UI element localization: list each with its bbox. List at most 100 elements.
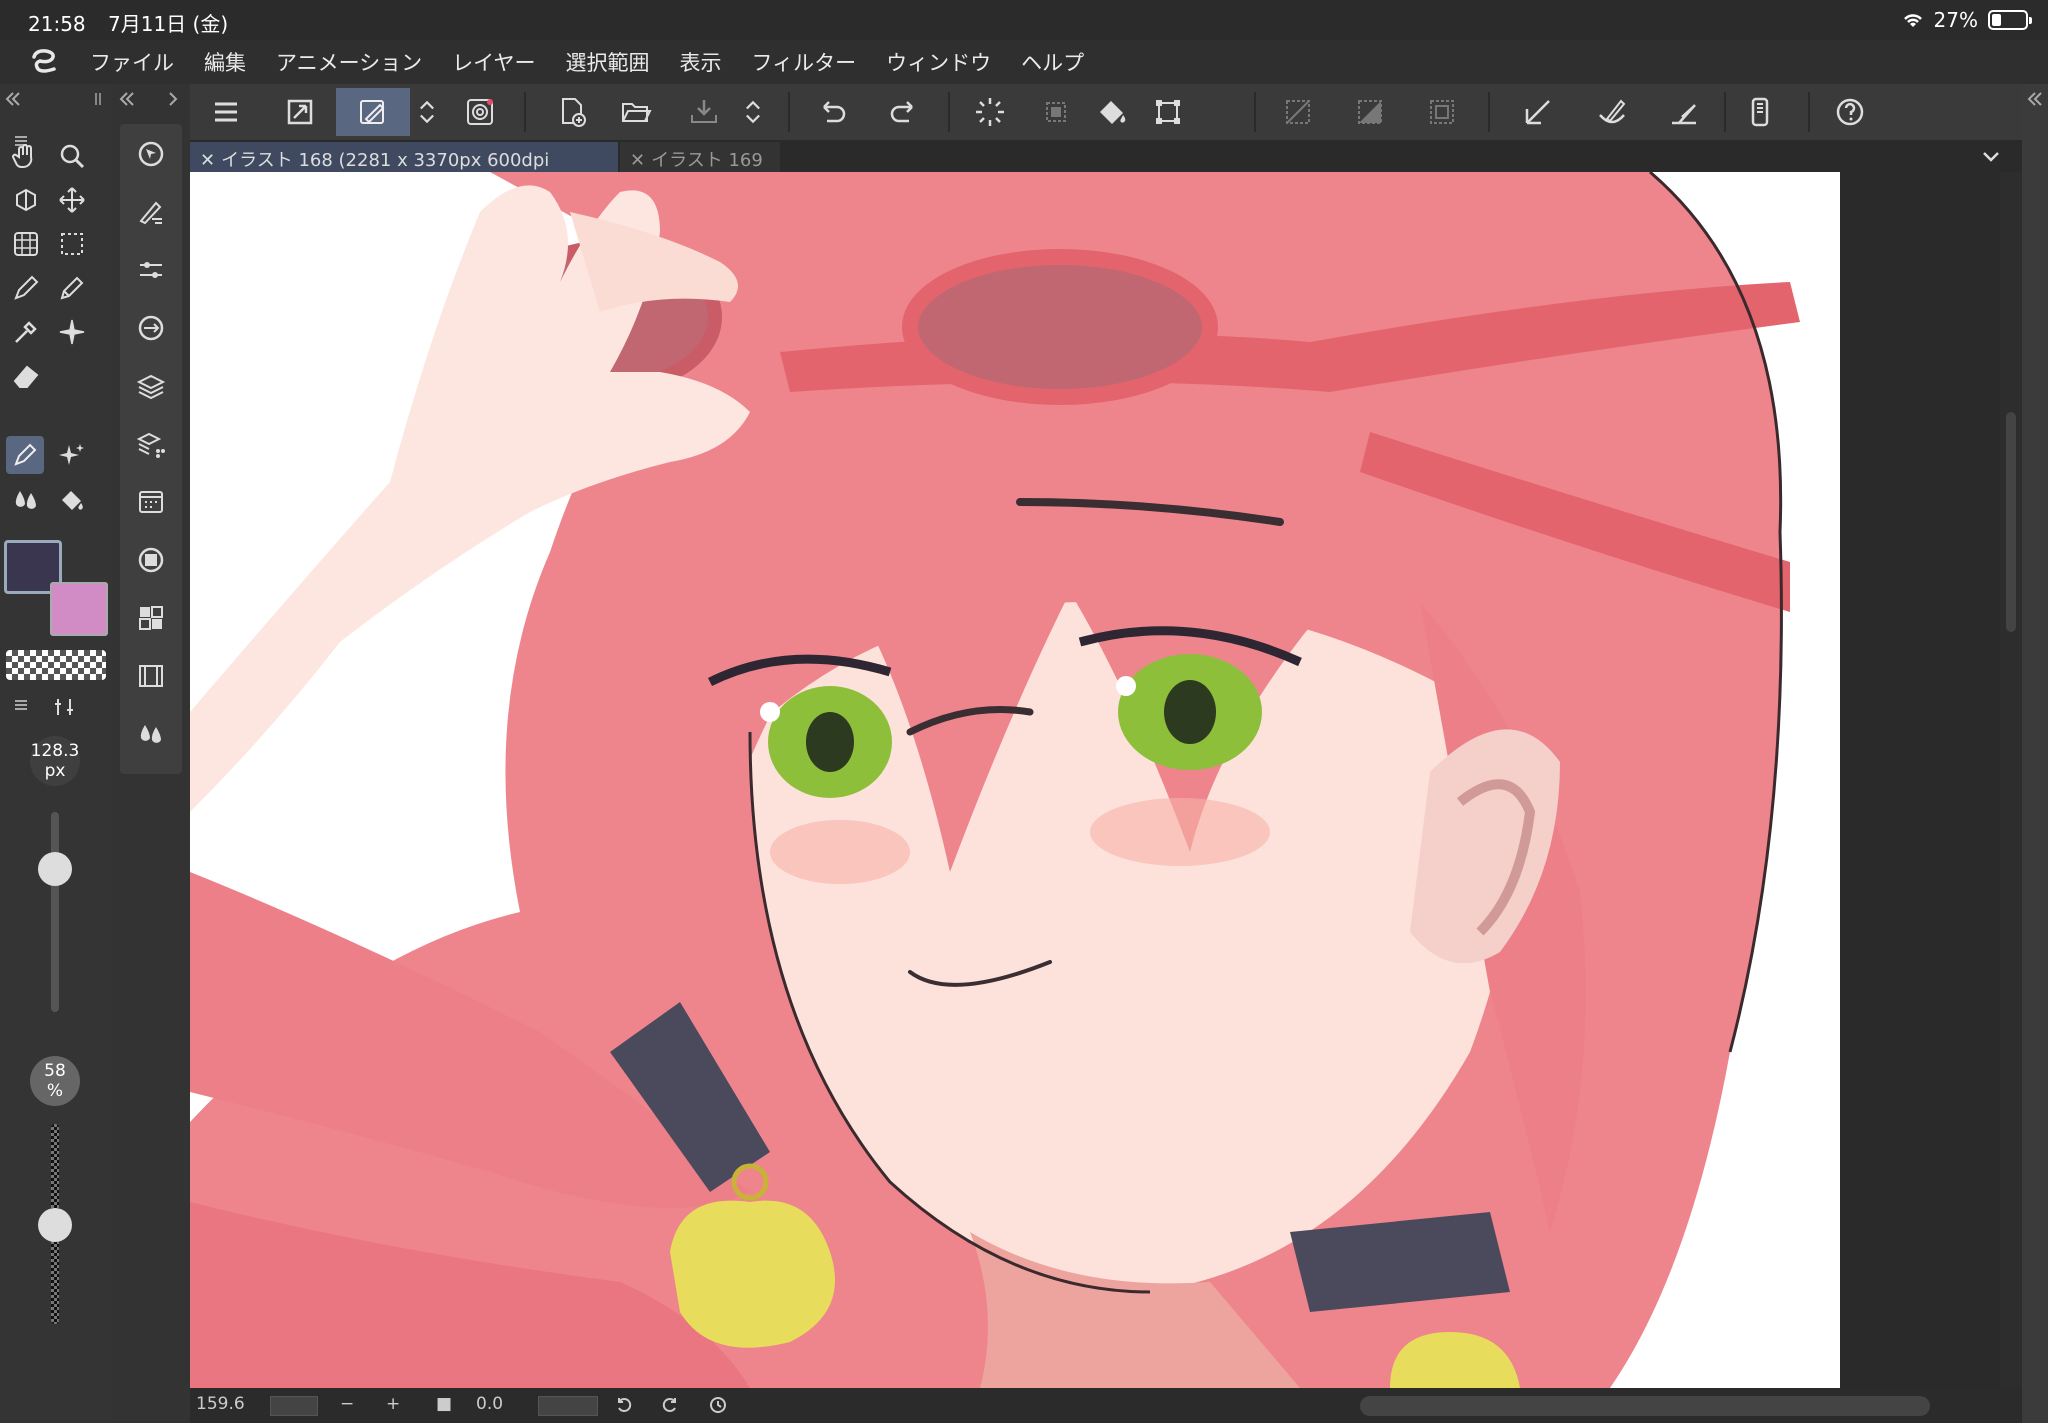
collapse-left-icon[interactable]: [4, 90, 22, 108]
property-menu-icon[interactable]: [12, 696, 30, 714]
command-bar: [190, 84, 2022, 140]
sliders-icon[interactable]: [133, 252, 169, 288]
crop-icon[interactable]: [1140, 88, 1196, 136]
eyedropper-tool-icon[interactable]: [8, 314, 44, 350]
pen-tool-icon[interactable]: [8, 270, 44, 306]
menu-edit[interactable]: 編集: [204, 47, 246, 77]
tab-illust-169[interactable]: ✕ イラスト 169: [620, 142, 780, 172]
zoom-out-button[interactable]: −: [340, 1394, 354, 1414]
wifi-icon: [1903, 14, 1922, 27]
material-icon[interactable]: [133, 484, 169, 520]
zoom-in-button[interactable]: +: [386, 1394, 400, 1414]
navigator-icon[interactable]: [133, 136, 169, 172]
layer-property-icon[interactable]: [133, 426, 169, 462]
brush-ruler-icon[interactable]: [1584, 88, 1640, 136]
loading-icon[interactable]: [962, 88, 1018, 136]
spiral-icon[interactable]: [452, 88, 508, 136]
tab-illust-168[interactable]: ✕イラスト 168 (2281 x 3370px 600dpi 159.6%): [190, 142, 618, 193]
blend-tool-icon[interactable]: [8, 482, 44, 518]
menu-selection[interactable]: 選択範囲: [566, 47, 650, 77]
deselect-icon[interactable]: [1270, 88, 1326, 136]
fill-icon[interactable]: [1084, 88, 1140, 136]
brush-size-indicator[interactable]: 128.3 px: [30, 736, 80, 786]
up-down-icon[interactable]: [412, 88, 442, 136]
transform-icon[interactable]: [1028, 88, 1084, 136]
invert-icon[interactable]: [1342, 88, 1398, 136]
vertical-scrollbar[interactable]: [2000, 172, 2022, 1388]
eraser-tool-icon[interactable]: [8, 358, 44, 394]
transparent-color-swatch[interactable]: [6, 650, 106, 680]
brush-size-slider-knob[interactable]: [38, 852, 72, 886]
menu-window[interactable]: ウィンドウ: [886, 47, 991, 77]
up-down-icon-2[interactable]: [738, 88, 768, 136]
sub-color-swatch[interactable]: [50, 582, 108, 636]
sparkle-tool-icon[interactable]: [54, 314, 90, 350]
sub-view-icon[interactable]: [133, 716, 169, 752]
fill-tool-icon[interactable]: [54, 482, 90, 518]
panel-collapse-icon[interactable]: [92, 90, 112, 108]
fit-icon[interactable]: [272, 88, 328, 136]
panel-left-arrows-icon[interactable]: [118, 90, 136, 108]
zoom-tool-icon[interactable]: [54, 138, 90, 174]
menu-icon[interactable]: [198, 88, 254, 136]
app-logo-icon[interactable]: [0, 47, 90, 77]
rotation-slider[interactable]: [538, 1396, 598, 1416]
angle-icon[interactable]: [1656, 88, 1712, 136]
hand-tool-icon[interactable]: [8, 138, 44, 174]
vector-pen-tool-icon[interactable]: [6, 436, 44, 474]
layers-icon[interactable]: [133, 368, 169, 404]
horizontal-scrollbar[interactable]: [1360, 1396, 1930, 1416]
property-settings-icon[interactable]: [52, 696, 76, 718]
menu-file[interactable]: ファイル: [90, 47, 174, 77]
menu-help[interactable]: ヘルプ: [1021, 47, 1084, 77]
menu-view[interactable]: 表示: [680, 47, 722, 77]
close-icon[interactable]: ✕: [200, 150, 215, 171]
canvas-status-bar: 159.6 − + ■ 0.0: [190, 1388, 2022, 1423]
menu-animation[interactable]: アニメーション: [276, 47, 422, 77]
status-bar: 21:58 7月11日 (金) 27%: [0, 0, 2048, 40]
opacity-indicator[interactable]: 58%: [30, 1056, 80, 1106]
rotate-right-icon[interactable]: [660, 1395, 680, 1415]
right-panel-expand-icon[interactable]: [2026, 90, 2044, 108]
menu-layer[interactable]: レイヤー: [452, 47, 535, 77]
object-tool-icon[interactable]: [8, 182, 44, 218]
chevron-down-icon[interactable]: [1980, 146, 2002, 166]
reset-rotation-icon[interactable]: [708, 1395, 728, 1415]
color-history-icon[interactable]: [133, 310, 169, 346]
ruler-icon[interactable]: [1510, 88, 1566, 136]
status-date: 7月11日 (金): [108, 12, 229, 36]
brush-size-slider-track[interactable]: [51, 812, 59, 1012]
document-tabs: ✕イラスト 168 (2281 x 3370px 600dpi 159.6%) …: [190, 140, 2022, 193]
device-icon[interactable]: [1732, 88, 1788, 136]
rotate-left-icon[interactable]: [614, 1395, 634, 1415]
redo-icon[interactable]: [876, 88, 932, 136]
rotation-value[interactable]: 0.0: [476, 1394, 503, 1414]
panel-right-arrow-icon[interactable]: [166, 90, 180, 108]
quick-access-panel: [120, 124, 182, 774]
zoom-value[interactable]: 159.6: [196, 1394, 245, 1414]
color-set-icon[interactable]: [133, 600, 169, 636]
help-icon[interactable]: [1822, 88, 1878, 136]
undo-icon[interactable]: [804, 88, 860, 136]
decoration-tool-icon[interactable]: [54, 438, 90, 474]
color-circle-icon[interactable]: [133, 542, 169, 578]
grid-tool-icon[interactable]: [8, 226, 44, 262]
illustration-canvas[interactable]: [190, 172, 1840, 1388]
opacity-slider-knob[interactable]: [38, 1208, 72, 1242]
close-icon[interactable]: ✕: [630, 150, 645, 171]
zoom-slider[interactable]: [270, 1396, 318, 1416]
canvas-area[interactable]: [190, 172, 2008, 1388]
timeline-icon[interactable]: [133, 658, 169, 694]
border-icon[interactable]: [1414, 88, 1470, 136]
brush-settings-icon[interactable]: [133, 194, 169, 230]
vertical-scroll-thumb[interactable]: [2006, 412, 2016, 632]
selection-tool-icon[interactable]: [54, 226, 90, 262]
pen-settings-icon[interactable]: [336, 88, 410, 136]
stop-icon[interactable]: ■: [436, 1394, 452, 1414]
menu-filter[interactable]: フィルター: [752, 47, 857, 77]
move-tool-icon[interactable]: [54, 182, 90, 218]
new-icon[interactable]: [544, 88, 600, 136]
open-icon[interactable]: [608, 88, 664, 136]
save-icon[interactable]: [676, 88, 732, 136]
pencil-tool-icon[interactable]: [54, 270, 90, 306]
